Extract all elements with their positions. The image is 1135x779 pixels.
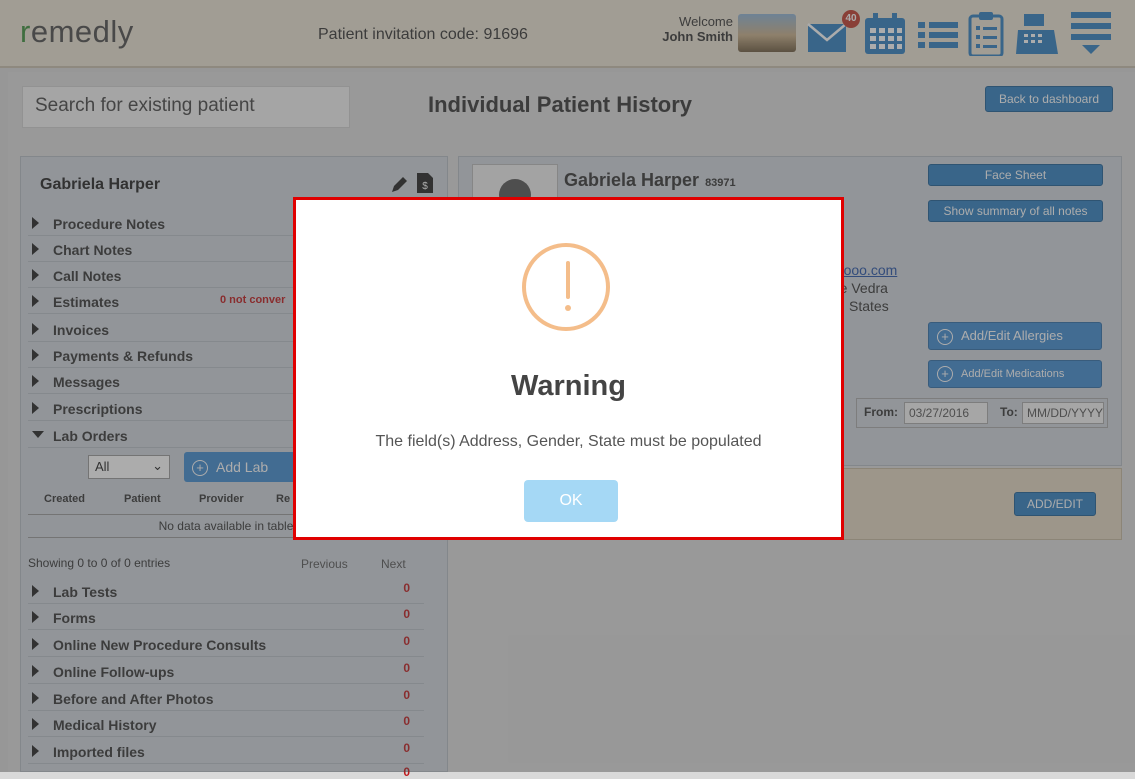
dialog-message: The field(s) Address, Gender, State must… [375, 433, 762, 450]
ok-button[interactable]: OK [524, 480, 618, 522]
warning-dialog: Warning The field(s) Address, Gender, St… [293, 197, 844, 540]
warning-bar [566, 261, 570, 299]
dialog-title: Warning [511, 370, 626, 402]
warning-icon [522, 243, 610, 331]
warning-dot [565, 305, 571, 311]
